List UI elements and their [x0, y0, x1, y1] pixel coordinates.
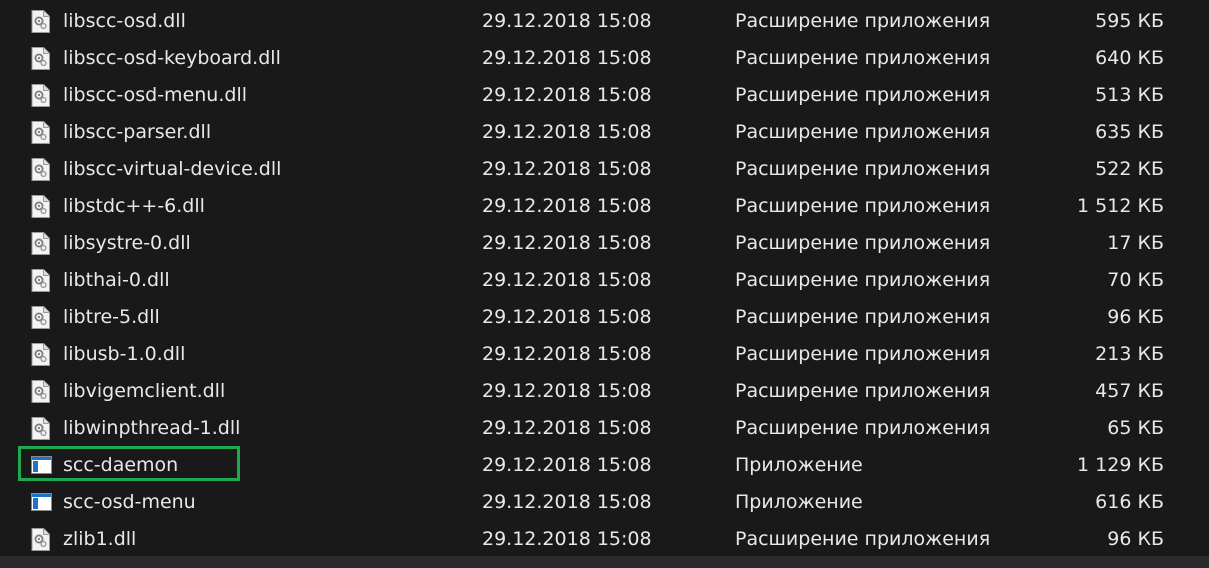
file-size: 616 КБ: [1095, 491, 1164, 513]
dll-file-icon: [31, 121, 50, 144]
file-name: libscc-osd.dll: [63, 10, 186, 32]
file-row[interactable]: libthai-0.dll 29.12.2018 15:08 Расширени…: [0, 262, 1209, 299]
file-date-modified: 29.12.2018 15:08: [482, 84, 652, 106]
file-name: libscc-parser.dll: [63, 121, 212, 143]
file-type: Расширение приложения: [735, 269, 991, 291]
file-row[interactable]: libscc-osd-menu.dll 29.12.2018 15:08 Рас…: [0, 77, 1209, 114]
file-size: 635 КБ: [1095, 121, 1164, 143]
file-type: Расширение приложения: [735, 195, 991, 217]
file-row[interactable]: libscc-osd.dll 29.12.2018 15:08 Расширен…: [0, 3, 1209, 40]
file-date-modified: 29.12.2018 15:08: [482, 10, 652, 32]
file-row[interactable]: zlib1.dll 29.12.2018 15:08 Расширение пр…: [0, 521, 1209, 558]
file-name: zlib1.dll: [63, 528, 137, 550]
file-size: 96 КБ: [1107, 528, 1164, 550]
file-size: 213 КБ: [1095, 343, 1164, 365]
file-name: libstdc++-6.dll: [63, 195, 205, 217]
file-size: 65 КБ: [1107, 417, 1164, 439]
file-type: Приложение: [735, 454, 863, 476]
file-type: Расширение приложения: [735, 343, 991, 365]
file-size: 457 КБ: [1095, 380, 1164, 402]
file-row[interactable]: libstdc++-6.dll 29.12.2018 15:08 Расшире…: [0, 188, 1209, 225]
file-row[interactable]: libwinpthread-1.dll 29.12.2018 15:08 Рас…: [0, 410, 1209, 447]
file-name: libwinpthread-1.dll: [63, 417, 241, 439]
file-date-modified: 29.12.2018 15:08: [482, 454, 652, 476]
dll-file-icon: [31, 306, 50, 329]
dll-file-icon: [31, 84, 50, 107]
file-name: libtre-5.dll: [63, 306, 160, 328]
file-row[interactable]: libscc-virtual-device.dll 29.12.2018 15:…: [0, 151, 1209, 188]
dll-file-icon: [31, 47, 50, 70]
file-date-modified: 29.12.2018 15:08: [482, 417, 652, 439]
dll-file-icon: [31, 10, 50, 33]
file-type: Расширение приложения: [735, 417, 991, 439]
file-date-modified: 29.12.2018 15:08: [482, 491, 652, 513]
file-type: Расширение приложения: [735, 380, 991, 402]
file-row[interactable]: libscc-osd-keyboard.dll 29.12.2018 15:08…: [0, 40, 1209, 77]
horizontal-scrollbar-track[interactable]: [0, 556, 1209, 568]
file-date-modified: 29.12.2018 15:08: [482, 195, 652, 217]
dll-file-icon: [31, 158, 50, 181]
file-row[interactable]: scc-osd-menu 29.12.2018 15:08 Приложение…: [0, 484, 1209, 521]
file-date-modified: 29.12.2018 15:08: [482, 47, 652, 69]
file-size: 595 КБ: [1095, 10, 1164, 32]
dll-file-icon: [31, 343, 50, 366]
file-size: 17 КБ: [1107, 232, 1164, 254]
file-date-modified: 29.12.2018 15:08: [482, 306, 652, 328]
file-type: Расширение приложения: [735, 47, 991, 69]
file-type: Расширение приложения: [735, 306, 991, 328]
file-date-modified: 29.12.2018 15:08: [482, 528, 652, 550]
file-type: Расширение приложения: [735, 121, 991, 143]
file-type: Расширение приложения: [735, 84, 991, 106]
file-name: libscc-virtual-device.dll: [63, 158, 282, 180]
application-icon: [31, 491, 52, 514]
file-date-modified: 29.12.2018 15:08: [482, 269, 652, 291]
dll-file-icon: [31, 528, 50, 551]
file-name: scc-osd-menu: [63, 491, 196, 513]
file-type: Расширение приложения: [735, 10, 991, 32]
dll-file-icon: [31, 232, 50, 255]
file-size: 70 КБ: [1107, 269, 1164, 291]
file-name: libthai-0.dll: [63, 269, 170, 291]
file-date-modified: 29.12.2018 15:08: [482, 380, 652, 402]
highlight-box: [18, 446, 240, 481]
file-type: Расширение приложения: [735, 232, 991, 254]
file-type: Расширение приложения: [735, 158, 991, 180]
file-date-modified: 29.12.2018 15:08: [482, 158, 652, 180]
file-row[interactable]: libtre-5.dll 29.12.2018 15:08 Расширение…: [0, 299, 1209, 336]
file-date-modified: 29.12.2018 15:08: [482, 232, 652, 254]
file-name: libsystre-0.dll: [63, 232, 191, 254]
dll-file-icon: [31, 417, 50, 440]
file-row[interactable]: libscc-parser.dll 29.12.2018 15:08 Расши…: [0, 114, 1209, 151]
file-date-modified: 29.12.2018 15:08: [482, 121, 652, 143]
file-size: 1 129 КБ: [1077, 454, 1164, 476]
dll-file-icon: [31, 269, 50, 292]
file-row[interactable]: libsystre-0.dll 29.12.2018 15:08 Расшире…: [0, 225, 1209, 262]
file-row[interactable]: libusb-1.0.dll 29.12.2018 15:08 Расширен…: [0, 336, 1209, 373]
file-type: Приложение: [735, 491, 863, 513]
file-name: libusb-1.0.dll: [63, 343, 186, 365]
file-size: 1 512 КБ: [1077, 195, 1164, 217]
file-size: 640 КБ: [1095, 47, 1164, 69]
dll-file-icon: [31, 380, 50, 403]
file-size: 522 КБ: [1095, 158, 1164, 180]
file-name: libscc-osd-keyboard.dll: [63, 47, 281, 69]
file-type: Расширение приложения: [735, 528, 991, 550]
file-list: libscc-osd.dll 29.12.2018 15:08 Расширен…: [0, 0, 1209, 568]
dll-file-icon: [31, 195, 50, 218]
file-size: 513 КБ: [1095, 84, 1164, 106]
file-row[interactable]: libvigemclient.dll 29.12.2018 15:08 Расш…: [0, 373, 1209, 410]
file-name: libscc-osd-menu.dll: [63, 84, 247, 106]
file-name: libvigemclient.dll: [63, 380, 226, 402]
file-date-modified: 29.12.2018 15:08: [482, 343, 652, 365]
file-size: 96 КБ: [1107, 306, 1164, 328]
